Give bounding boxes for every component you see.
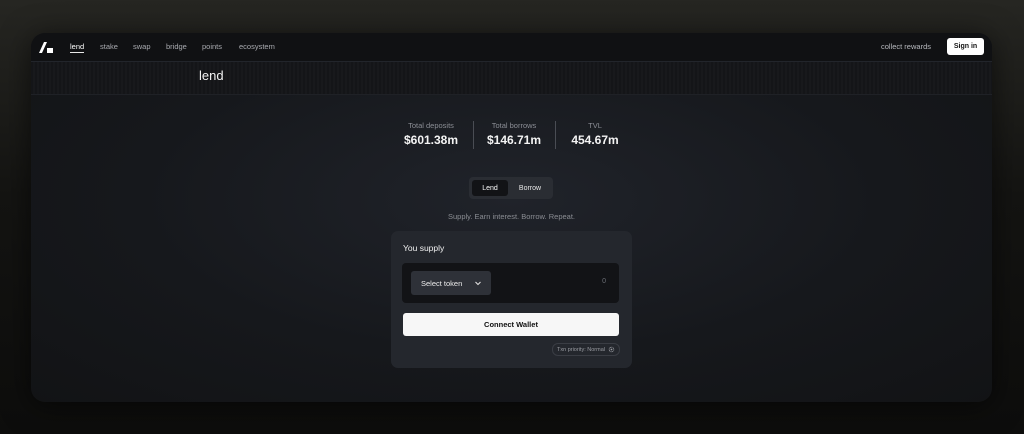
sign-in-button[interactable]: Sign in xyxy=(947,38,984,55)
collect-rewards-link[interactable]: collect rewards xyxy=(881,42,931,51)
nav-ecosystem[interactable]: ecosystem xyxy=(239,42,275,51)
tab-lend[interactable]: Lend xyxy=(472,180,508,196)
select-token-button[interactable]: Select token xyxy=(411,271,491,295)
nav-bridge[interactable]: bridge xyxy=(166,42,187,51)
app-window: lend stake swap bridge points ecosystem … xyxy=(31,33,992,402)
divider xyxy=(555,121,556,149)
supply-card: You supply Select token 0 Connect Wallet… xyxy=(391,231,632,368)
stat-total-deposits: Total deposits $601.38m xyxy=(399,121,463,147)
nav-swap[interactable]: swap xyxy=(133,42,151,51)
logo-icon[interactable] xyxy=(38,41,54,54)
card-title: You supply xyxy=(403,243,445,253)
page-header: lend xyxy=(31,62,992,95)
nav-lend[interactable]: lend xyxy=(70,42,85,53)
tab-borrow[interactable]: Borrow xyxy=(510,180,550,196)
select-token-label: Select token xyxy=(421,278,463,288)
tagline: Supply. Earn interest. Borrow. Repeat. xyxy=(447,212,575,221)
txn-priority-button[interactable]: Txn priority: Normal xyxy=(552,343,620,356)
stat-tvl: TVL 454.67m xyxy=(567,121,623,147)
stat-label: Total borrows xyxy=(491,121,537,130)
supply-input-box: Select token 0 xyxy=(402,263,619,303)
stat-value: $601.38m xyxy=(403,133,459,147)
stat-value: 454.67m xyxy=(571,133,619,147)
stat-value: $146.71m xyxy=(486,133,542,147)
lend-borrow-toggle: Lend Borrow xyxy=(469,177,553,199)
stat-label: TVL xyxy=(588,121,602,130)
stat-total-borrows: Total borrows $146.71m xyxy=(483,121,545,147)
gear-icon xyxy=(608,346,615,353)
stat-label: Total deposits xyxy=(408,121,454,130)
nav-stake[interactable]: stake xyxy=(100,42,118,51)
amount-input[interactable]: 0 xyxy=(602,278,606,285)
connect-wallet-button[interactable]: Connect Wallet xyxy=(403,313,619,336)
divider xyxy=(473,121,474,149)
top-navbar: lend stake swap bridge points ecosystem … xyxy=(31,33,992,62)
txn-priority-label: Txn priority: Normal xyxy=(557,346,605,353)
page-title: lend xyxy=(199,68,224,83)
stats-row: Total deposits $601.38m Total borrows $1… xyxy=(31,121,992,151)
chevron-down-icon xyxy=(475,281,481,286)
nav-points[interactable]: points xyxy=(202,42,222,51)
